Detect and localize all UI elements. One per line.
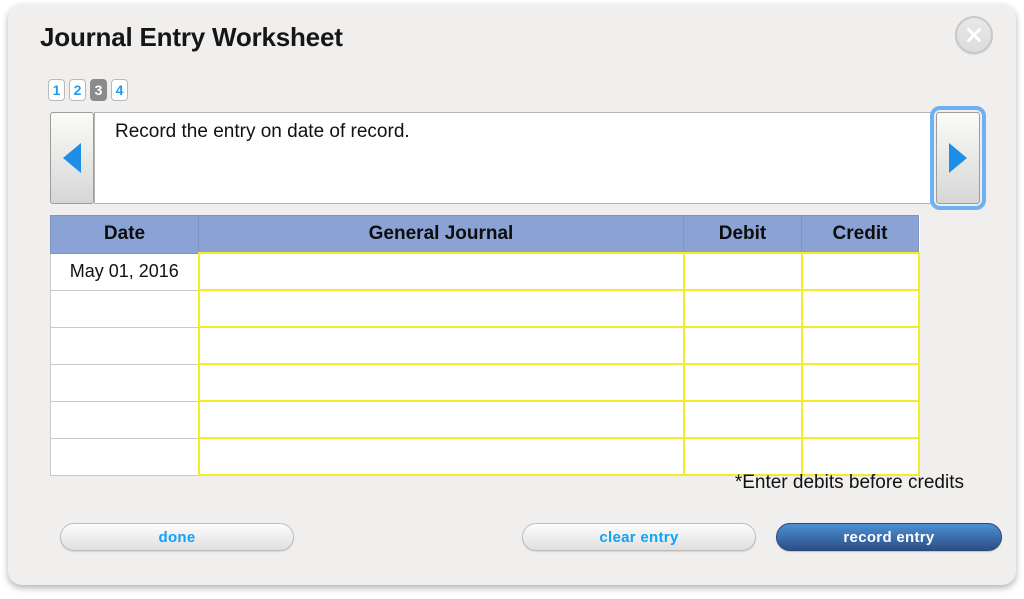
- instruction-text: Record the entry on date of record.: [115, 121, 410, 142]
- close-x-icon: [957, 24, 991, 46]
- cell-debit-input[interactable]: [684, 365, 801, 400]
- column-header-general-journal: General Journal: [198, 215, 684, 254]
- cell-debit-input[interactable]: [684, 439, 801, 474]
- cell-general-journal[interactable]: [197, 437, 685, 476]
- cell-general-journal[interactable]: [197, 400, 685, 439]
- cell-date: May 01, 2016: [50, 252, 199, 291]
- close-button[interactable]: [955, 16, 993, 54]
- table-row: [50, 363, 920, 402]
- table-row: [50, 400, 920, 439]
- done-button[interactable]: done: [60, 523, 294, 551]
- page-title: Journal Entry Worksheet: [40, 22, 343, 52]
- next-step-button[interactable]: [936, 112, 980, 204]
- page-tabs: 1 2 3 4: [48, 79, 128, 101]
- cell-debit-input[interactable]: [684, 328, 801, 363]
- cell-general-journal[interactable]: [197, 326, 685, 365]
- table-row: [50, 326, 920, 365]
- cell-general-journal-input[interactable]: [199, 254, 683, 289]
- cell-date: [50, 363, 199, 402]
- cell-debit[interactable]: [682, 363, 803, 402]
- previous-step-button[interactable]: [50, 112, 94, 204]
- column-header-debit: Debit: [683, 215, 802, 254]
- table-row: May 01, 2016: [50, 252, 920, 291]
- column-header-date: Date: [50, 215, 199, 254]
- cell-credit-input[interactable]: [802, 365, 918, 400]
- cell-general-journal[interactable]: [197, 363, 685, 402]
- table-header-row: Date General Journal Debit Credit: [50, 215, 919, 254]
- table-row: [50, 289, 920, 328]
- record-entry-button[interactable]: record entry: [776, 523, 1002, 551]
- debits-before-credits-note: *Enter debits before credits: [734, 472, 964, 493]
- cell-credit-input[interactable]: [802, 254, 918, 289]
- cell-debit-input[interactable]: [684, 254, 801, 289]
- cell-general-journal-input[interactable]: [199, 439, 683, 474]
- cell-credit[interactable]: [800, 252, 920, 291]
- cell-general-journal-input[interactable]: [199, 291, 683, 326]
- table-row: [50, 437, 920, 476]
- cell-credit[interactable]: [800, 363, 920, 402]
- cell-credit[interactable]: [800, 400, 920, 439]
- cell-debit[interactable]: [682, 400, 803, 439]
- instruction-navigator: Record the entry on date of record.: [50, 106, 986, 210]
- triangle-left-icon: [63, 143, 81, 173]
- cell-general-journal-input[interactable]: [199, 402, 683, 437]
- cell-debit[interactable]: [682, 437, 803, 476]
- cell-credit-input[interactable]: [802, 439, 918, 474]
- cell-date: [50, 400, 199, 439]
- clear-entry-button[interactable]: clear entry: [522, 523, 756, 551]
- journal-entry-table: Date General Journal Debit Credit May 01…: [50, 215, 920, 476]
- page-tab-4[interactable]: 4: [111, 79, 128, 101]
- instruction-panel: Record the entry on date of record.: [94, 112, 934, 204]
- cell-date: [50, 289, 199, 328]
- cell-credit[interactable]: [800, 437, 920, 476]
- cell-date: [50, 326, 199, 365]
- cell-general-journal-input[interactable]: [199, 328, 683, 363]
- cell-credit[interactable]: [800, 289, 920, 328]
- cell-general-journal[interactable]: [197, 252, 685, 291]
- journal-entry-worksheet-dialog: Journal Entry Worksheet 1 2 3 4 Record t…: [8, 4, 1016, 585]
- cell-credit-input[interactable]: [802, 402, 918, 437]
- page-tab-2[interactable]: 2: [69, 79, 86, 101]
- cell-date: [50, 437, 199, 476]
- cell-debit[interactable]: [682, 252, 803, 291]
- cell-debit[interactable]: [682, 326, 803, 365]
- page-tab-3[interactable]: 3: [90, 79, 107, 101]
- cell-credit[interactable]: [800, 326, 920, 365]
- cell-general-journal-input[interactable]: [199, 365, 683, 400]
- cell-credit-input[interactable]: [802, 328, 918, 363]
- cell-debit-input[interactable]: [684, 402, 801, 437]
- page-tab-1[interactable]: 1: [48, 79, 65, 101]
- column-header-credit: Credit: [801, 215, 919, 254]
- cell-debit[interactable]: [682, 289, 803, 328]
- next-step-focus-ring: [930, 106, 986, 210]
- triangle-right-icon: [949, 143, 967, 173]
- cell-credit-input[interactable]: [802, 291, 918, 326]
- cell-general-journal[interactable]: [197, 289, 685, 328]
- cell-debit-input[interactable]: [684, 291, 801, 326]
